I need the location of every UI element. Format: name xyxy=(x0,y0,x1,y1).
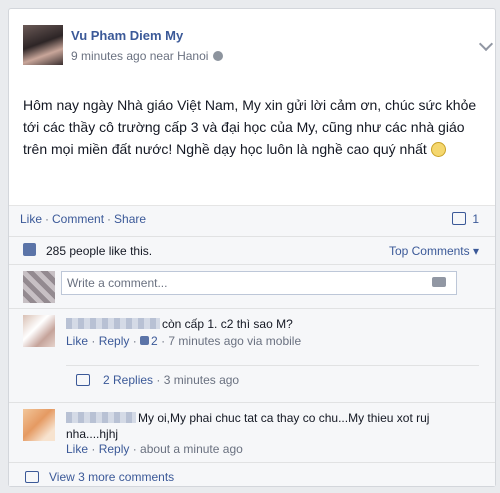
replies-time: 3 minutes ago xyxy=(163,373,240,387)
comment-text: còn cấp 1. c2 thì sao M? xyxy=(66,316,466,332)
view-more-row[interactable]: View 3 more comments xyxy=(9,462,495,493)
thumbs-up-icon xyxy=(23,243,36,256)
write-comment-row: Write a comment... xyxy=(9,264,495,309)
comment-item: còn cấp 1. c2 thì sao M? Like · Reply · … xyxy=(9,308,495,403)
comment-meta: Like · Reply · 2 · 7 minutes ago via mob… xyxy=(66,334,302,348)
comment-likes-value: 2 xyxy=(151,334,158,348)
likes-row: 285 people like this. Top Comments ▾ xyxy=(9,236,495,265)
share-button[interactable]: Share xyxy=(114,212,146,226)
globe-icon xyxy=(213,51,224,61)
smiley-icon xyxy=(430,142,446,157)
comment-reply-link[interactable]: Reply xyxy=(99,442,130,456)
likes-text[interactable]: 285 people like this. xyxy=(46,244,152,258)
comment-count[interactable]: 1 xyxy=(452,212,479,226)
thumbs-up-icon xyxy=(140,336,150,345)
comment-time[interactable]: about a minute ago xyxy=(140,442,243,456)
comment-like-link[interactable]: Like xyxy=(66,334,88,348)
comment-count-value: 1 xyxy=(472,212,479,226)
commenter-name-redacted[interactable] xyxy=(66,412,136,423)
camera-icon[interactable] xyxy=(432,277,446,287)
separator: · xyxy=(107,212,112,226)
replies-row[interactable]: 2 Replies · 3 minutes ago xyxy=(66,365,479,394)
comments-icon xyxy=(25,471,39,483)
comment-time[interactable]: 7 minutes ago via mobile xyxy=(168,334,301,348)
commenter-name-redacted[interactable] xyxy=(66,318,160,329)
comment-placeholder: Write a comment... xyxy=(67,276,168,290)
likes-label: 285 people like this. xyxy=(46,244,153,258)
separator: · xyxy=(45,212,50,226)
comment-meta: Like · Reply · about a minute ago xyxy=(66,442,243,456)
replies-count: 2 Replies xyxy=(103,373,154,387)
post-meta: 9 minutes ago near Hanoi xyxy=(71,49,224,63)
comment-input[interactable]: Write a comment... xyxy=(61,271,457,295)
commenter-avatar[interactable] xyxy=(23,409,55,441)
comment-reply-link[interactable]: Reply xyxy=(99,334,130,348)
author-avatar[interactable] xyxy=(23,25,63,65)
post-time[interactable]: 9 minutes ago near Hanoi xyxy=(71,49,208,63)
replies-link[interactable]: 2 Replies · 3 minutes ago xyxy=(103,373,239,387)
chevron-down-icon[interactable] xyxy=(478,36,494,52)
like-button[interactable]: Like xyxy=(20,212,42,226)
comment-icon xyxy=(452,212,467,225)
view-more-link[interactable]: View 3 more comments xyxy=(49,470,174,484)
post-actions: Like · Comment · Share xyxy=(20,212,146,226)
viewer-avatar xyxy=(23,271,55,303)
comment-text: My oi,My phai chuc tat ca thay co chu...… xyxy=(66,410,466,442)
feedback-section: Like · Comment · Share 1 285 people like thi… xyxy=(9,205,495,486)
author-name[interactable]: Vu Pham Diem My xyxy=(71,28,183,43)
comment-likes-count[interactable]: 2 xyxy=(140,334,158,348)
reply-arrow-icon xyxy=(76,374,90,386)
post-body: Hôm nay ngày Nhà giáo Việt Nam, My xin g… xyxy=(23,94,481,160)
comment-like-link[interactable]: Like xyxy=(66,442,88,456)
comment-button[interactable]: Comment xyxy=(52,212,104,226)
comment-body: còn cấp 1. c2 thì sao M? xyxy=(162,317,293,331)
post-card: Vu Pham Diem My 9 minutes ago near Hanoi… xyxy=(8,8,496,487)
top-comments-dropdown[interactable]: Top Comments ▾ xyxy=(389,244,479,258)
commenter-avatar[interactable] xyxy=(23,315,55,347)
comment-item: My oi,My phai chuc tat ca thay co chu...… xyxy=(9,402,495,463)
post-text: Hôm nay ngày Nhà giáo Việt Nam, My xin g… xyxy=(23,97,477,157)
